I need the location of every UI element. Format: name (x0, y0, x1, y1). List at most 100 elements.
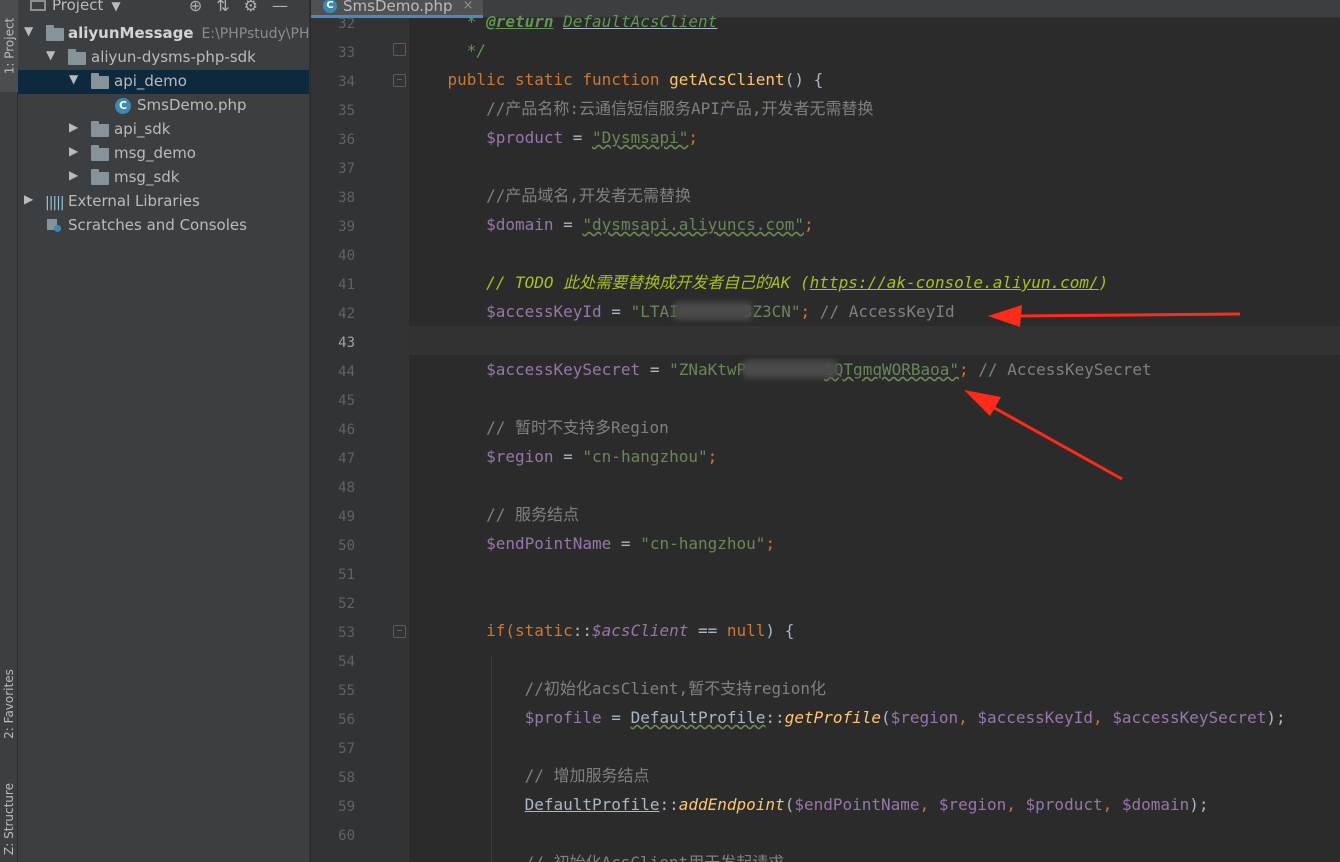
tree-item-msg-sdk[interactable]: ▶ msg_sdk (18, 166, 309, 190)
fold-toggle-icon[interactable] (393, 625, 406, 638)
expand-arrow-icon[interactable]: ▶ (69, 144, 78, 158)
code-line-39: $domain = "dysmsapi.aliyuncs.com"; (486, 215, 814, 234)
tree-item-scratches[interactable]: Scratches and Consoles (18, 214, 309, 238)
caret-line-highlight (409, 326, 1340, 355)
tree-item-label: msg_demo (114, 144, 196, 162)
project-view-selector[interactable]: Project ▼ (30, 0, 121, 14)
tree-item-label: aliyunMessage E:\PHPstudy\PHP (68, 24, 309, 42)
line-number: 48 (338, 480, 355, 496)
project-icon (30, 0, 46, 11)
line-number: 37 (338, 161, 355, 177)
code-line-55: //初始化acsClient,暂不支持region化 (524, 679, 826, 698)
tree-item-api-demo[interactable]: ▼ api_demo (18, 70, 309, 94)
code-line-56: $profile = DefaultProfile::getProfile($r… (524, 708, 1286, 727)
code-line-50: $endPointName = "cn-hangzhou"; (486, 534, 776, 553)
folder-icon (68, 49, 86, 65)
tool-tab-favorites[interactable]: 2: Favorites (0, 648, 18, 760)
folder-icon (91, 169, 109, 185)
line-number: 49 (338, 509, 355, 525)
line-number: 52 (338, 596, 355, 612)
expand-arrow-icon[interactable]: ▶ (24, 192, 33, 206)
locate-icon[interactable]: ⊕ (189, 0, 216, 15)
tree-item-label: SmsDemo.php (137, 96, 247, 114)
folder-icon (91, 121, 109, 137)
line-number: 58 (338, 770, 355, 786)
code-line-49: // 服务结点 (486, 505, 579, 524)
line-number: 42 (338, 306, 355, 322)
minimize-icon[interactable]: — (272, 0, 302, 15)
code-editor: C SmsDemo.php × 32 33 34 35 36 37 38 39 … (311, 0, 1340, 862)
line-number: 39 (338, 219, 355, 235)
expand-arrow-icon[interactable]: ▼ (24, 24, 33, 38)
tool-tab-project-label: 1: Project (2, 17, 16, 75)
folder-icon (91, 73, 109, 89)
line-number: 46 (338, 422, 355, 438)
tree-item-aliyunmessage[interactable]: ▼ aliyunMessage E:\PHPstudy\PHP (18, 22, 309, 46)
code-line-61: // 初始化AcsClient用于发起请求 (409, 848, 1340, 862)
fold-end-icon[interactable] (393, 43, 406, 56)
code-line-46: // 暂时不支持多Region (486, 418, 669, 437)
line-number: 53 (338, 625, 355, 641)
gear-icon[interactable]: ⚙ (244, 0, 272, 15)
scratches-icon (47, 219, 61, 232)
redacted-blur (672, 302, 753, 320)
code-line-38: //产品域名,开发者无需替换 (486, 186, 691, 205)
folder-icon (46, 25, 64, 41)
php-class-icon: C (323, 0, 337, 13)
tool-window-strip: 1: Project 2: Favorites Z: Structure (0, 0, 18, 862)
tree-item-api-sdk[interactable]: ▶ api_sdk (18, 118, 309, 142)
line-number: 59 (338, 799, 355, 815)
line-number: 34 (338, 74, 355, 90)
tool-tab-project[interactable]: 1: Project (0, 0, 18, 92)
expand-arrow-icon[interactable]: ▼ (69, 72, 78, 86)
code-line-35: //产品名称:云通信短信服务API产品,开发者无需替换 (486, 99, 874, 118)
line-number: 40 (338, 248, 355, 264)
library-icon: ||||| (45, 195, 65, 211)
tree-item-label: api_demo (114, 72, 187, 90)
php-class-icon: C (115, 98, 131, 114)
tool-tab-structure-label: Z: Structure (2, 783, 16, 855)
code-line-36: $product = "Dysmsapi"; (486, 128, 698, 147)
chevron-down-icon: ▼ (111, 0, 121, 13)
tree-item-aliyun-dysms-php-sdk[interactable]: ▼ aliyun-dysms-php-sdk (18, 46, 309, 70)
code-line-47: $region = "cn-hangzhou"; (486, 447, 718, 466)
code-line-33: */ (466, 41, 487, 60)
line-number: 50 (338, 538, 355, 554)
expand-arrow-icon[interactable]: ▼ (46, 48, 55, 62)
line-number: 33 (338, 45, 355, 61)
tool-tab-structure[interactable]: Z: Structure (0, 776, 18, 862)
code-line-53: if(static::$acsClient == null) { (486, 621, 795, 640)
line-number: 56 (338, 712, 355, 728)
project-panel-title: Project (52, 0, 104, 14)
tree-item-external-libraries[interactable]: ▶ ||||| External Libraries (18, 190, 309, 214)
tree-item-label: msg_sdk (114, 168, 180, 186)
tree-item-msg-demo[interactable]: ▶ msg_demo (18, 142, 309, 166)
line-number: 57 (338, 741, 355, 757)
code-area[interactable]: * @return DefaultAcsClient */ public sta… (409, 12, 1340, 862)
project-panel: Project ▼ ⊕⇅⚙— ▼ aliyunMessage E:\PHPstudy… (18, 0, 310, 862)
tree-item-label: aliyun-dysms-php-sdk (91, 48, 256, 66)
code-line-34: public static function getAcsClient() { (447, 70, 824, 89)
line-number: 38 (338, 190, 355, 206)
fold-toggle-icon[interactable] (393, 74, 406, 87)
code-line-59: DefaultProfile::addEndpoint($endPointNam… (524, 795, 1209, 814)
expand-arrow-icon[interactable]: ▶ (69, 168, 78, 182)
line-number: 45 (338, 393, 355, 409)
line-number: 47 (338, 451, 355, 467)
expand-arrow-icon[interactable]: ▶ (69, 120, 78, 134)
tree-item-smsdemo-php[interactable]: C SmsDemo.php (18, 94, 309, 118)
project-panel-tools: ⊕⇅⚙— (189, 0, 302, 15)
line-number: 54 (338, 654, 355, 670)
line-number: 44 (338, 364, 355, 380)
tree-item-label: api_sdk (114, 120, 171, 138)
tree-item-label: External Libraries (68, 192, 200, 210)
code-line-58: // 增加服务结点 (524, 766, 650, 785)
code-line-32: * @return DefaultAcsClient (466, 12, 718, 31)
line-number: 55 (338, 683, 355, 699)
todo-link[interactable]: https://ak-console.aliyun.com/ (810, 273, 1099, 292)
line-number: 41 (338, 277, 355, 293)
collapse-icon[interactable]: ⇅ (216, 0, 243, 15)
editor-gutter: 32 33 34 35 36 37 38 39 40 41 42 43 44 4… (311, 16, 409, 862)
redacted-blur (742, 360, 839, 378)
line-number: 60 (338, 828, 355, 844)
